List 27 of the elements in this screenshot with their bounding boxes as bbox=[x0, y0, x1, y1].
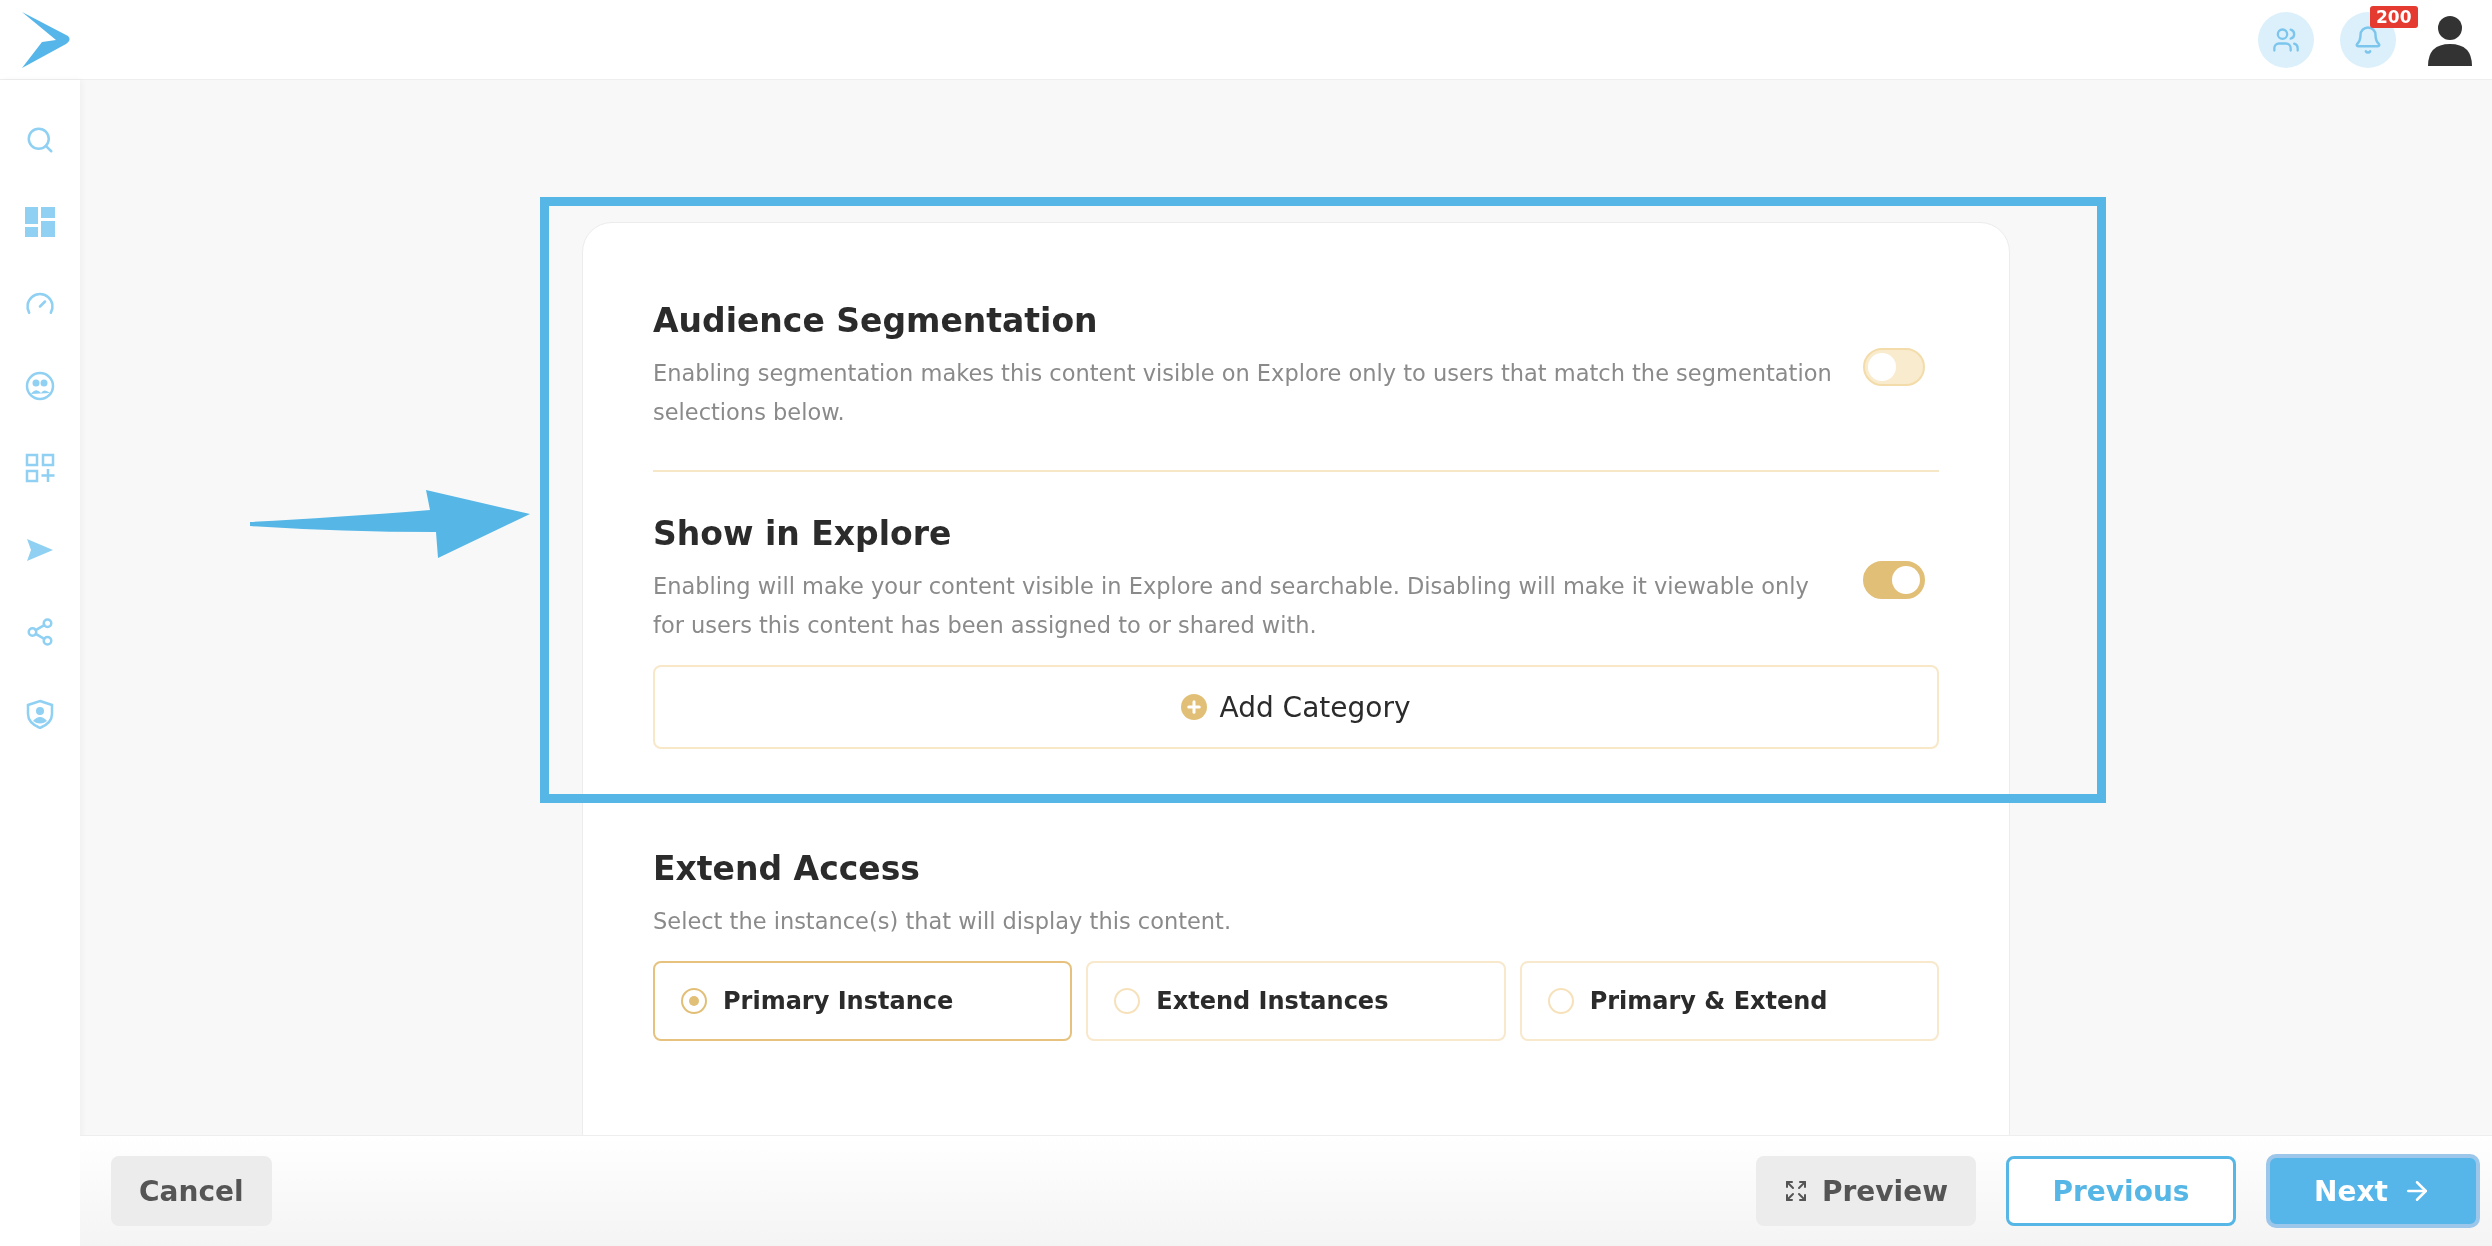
cancel-button[interactable]: Cancel bbox=[111, 1156, 272, 1226]
instance-option[interactable]: Extend Instances bbox=[1086, 961, 1506, 1041]
radio-icon bbox=[1114, 988, 1141, 1014]
users-button[interactable] bbox=[24, 370, 56, 402]
radio-icon bbox=[1547, 988, 1574, 1014]
group-icon bbox=[2272, 25, 2300, 54]
instance-option[interactable]: Primary & Extend bbox=[1519, 961, 1939, 1041]
add-category-button[interactable]: Add Category bbox=[653, 665, 1939, 749]
toggle-switch[interactable] bbox=[1863, 560, 1925, 599]
preview-button[interactable]: Preview bbox=[1755, 1156, 1976, 1226]
bell-icon bbox=[2353, 24, 2383, 55]
notification-badge: 200 bbox=[2370, 5, 2418, 28]
shield-user-button[interactable] bbox=[24, 698, 56, 730]
expand-icon bbox=[1783, 1179, 1808, 1203]
instance-option[interactable]: Primary Instance bbox=[653, 961, 1073, 1041]
section-description: Select the instance(s) that will display this content. bbox=[653, 907, 1233, 936]
logo-icon bbox=[20, 11, 72, 68]
plus-icon bbox=[1181, 694, 1208, 720]
section-description: Enabling segmentation makes this content visible on Explore only to users that match the segmentation selections below. bbox=[653, 359, 1833, 427]
section-title: Show in Explore bbox=[653, 514, 953, 553]
section-description: Enabling will make your content visible in Explore and searchable. Disabling will make it viewable only for users this content has been assigned to or shared with. bbox=[653, 572, 1810, 640]
dashboard-button[interactable] bbox=[24, 206, 56, 238]
section-title: Extend Access bbox=[653, 849, 921, 888]
section-title: Audience Segmentation bbox=[653, 301, 1099, 340]
radio-icon bbox=[681, 988, 707, 1014]
toggle-switch[interactable] bbox=[1863, 347, 1925, 386]
add-widget-button[interactable] bbox=[24, 452, 56, 484]
